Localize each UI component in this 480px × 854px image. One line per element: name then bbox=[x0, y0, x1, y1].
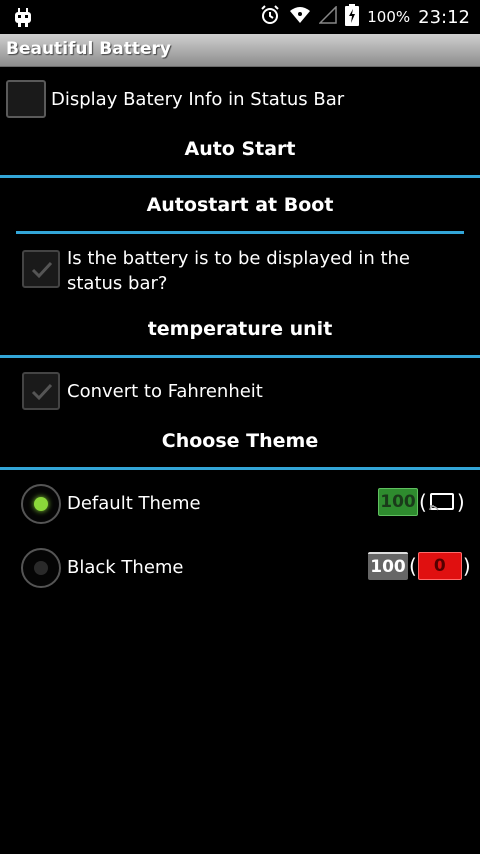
fahrenheit-checkbox[interactable] bbox=[22, 372, 60, 410]
radio-selected-dot bbox=[34, 497, 48, 511]
clock: 23:12 bbox=[418, 6, 470, 28]
divider-temperature bbox=[0, 355, 480, 358]
divider-theme bbox=[0, 467, 480, 470]
signal-icon bbox=[318, 5, 337, 28]
radio-default-theme[interactable] bbox=[21, 484, 61, 524]
heading-autostart-boot: Autostart at Boot bbox=[146, 194, 334, 216]
boot-label: Is the battery is to be displayed in the… bbox=[67, 248, 411, 294]
preview-badge: 0 bbox=[417, 552, 462, 580]
wifi-icon bbox=[289, 6, 311, 28]
divider-auto-start bbox=[0, 175, 480, 178]
checkmark-icon bbox=[31, 261, 53, 279]
app-title: Beautiful Battery bbox=[6, 39, 171, 59]
divider-autostart-boot bbox=[16, 231, 464, 234]
alarm-icon bbox=[259, 4, 281, 30]
display-info-label: Display Batery Info in Status Bar bbox=[51, 89, 345, 110]
title-bar: Beautiful Battery bbox=[0, 34, 480, 67]
app-notification-icon bbox=[12, 6, 34, 28]
checkmark-icon bbox=[31, 383, 53, 401]
black-theme-preview: 100 ( 0 ) bbox=[368, 552, 472, 580]
default-theme-preview: 100 ( ) bbox=[378, 488, 466, 516]
heading-auto-start: Auto Start bbox=[184, 138, 296, 160]
status-bar: 100% 23:12 bbox=[0, 0, 480, 34]
radio-unselected-dot bbox=[34, 561, 48, 575]
radio-black-theme[interactable] bbox=[21, 548, 61, 588]
fahrenheit-label: Convert to Fahrenheit bbox=[67, 381, 263, 402]
display-info-row[interactable]: Display Batery Info in Status Bar bbox=[0, 78, 480, 122]
preview-value: 100 bbox=[368, 552, 408, 580]
battery-percent: 100% bbox=[367, 8, 411, 26]
heading-temperature: temperature unit bbox=[147, 318, 333, 340]
heading-theme: Choose Theme bbox=[161, 430, 319, 452]
theme-label: Default Theme bbox=[67, 493, 201, 514]
preview-value: 100 bbox=[378, 488, 418, 516]
fahrenheit-row[interactable]: Convert to Fahrenheit bbox=[0, 370, 480, 414]
boot-checkbox[interactable] bbox=[22, 250, 60, 288]
display-info-checkbox[interactable] bbox=[6, 80, 46, 118]
theme-label: Black Theme bbox=[67, 557, 184, 578]
boot-row[interactable]: Is the battery is to be displayed in the… bbox=[0, 244, 480, 300]
theme-option-default[interactable]: Default Theme 100 ( ) bbox=[0, 482, 480, 526]
cast-battery-icon bbox=[429, 493, 454, 511]
battery-icon bbox=[345, 4, 360, 30]
theme-option-black[interactable]: Black Theme 100 ( 0 ) bbox=[0, 546, 480, 590]
